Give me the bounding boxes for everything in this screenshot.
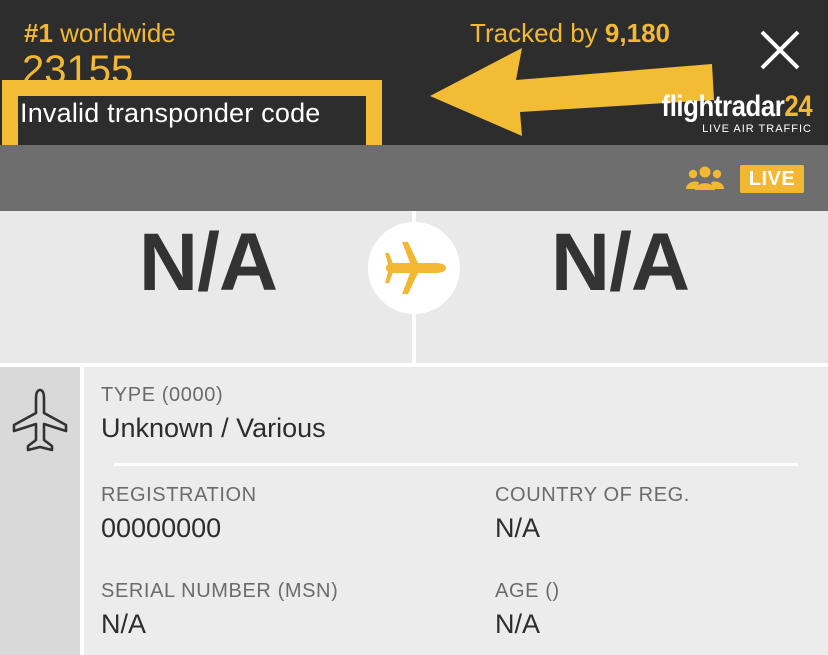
age-value: N/A [495,609,541,639]
airplane-outline-icon [12,388,68,452]
country-value: N/A [495,513,541,543]
country-label: COUNTRY OF REG. [495,484,690,506]
flightradar24-logo: flightradar24 LIVE AIR TRAFFIC [637,92,812,135]
annotation-text: Invalid transponder code [20,98,321,128]
type-label: TYPE (0000) [101,384,224,406]
serial-value: N/A [101,609,147,639]
serial-label: SERIAL NUMBER (MSN) [101,580,339,602]
logo-number: 24 [784,90,812,123]
rank-label: worldwide [52,18,176,48]
aircraft-info-panel [84,367,828,655]
info-separator [114,463,798,466]
registration-value: 00000000 [101,513,222,543]
logo-subtitle: LIVE AIR TRAFFIC [702,123,812,135]
tracked-label: Tracked by [470,18,605,48]
airplane-icon [385,242,446,294]
rank-number: #1 [24,18,53,48]
route-plane-badge [368,222,460,314]
tracked-count: 9,180 [604,18,670,48]
destination-airport[interactable]: N/A [520,222,720,304]
tracked-by: Tracked by 9,180 [470,20,670,46]
people-icon [686,166,724,190]
logo-main-text: flightradar [661,90,785,123]
origin-airport[interactable]: N/A [108,222,308,304]
live-badge: LIVE [740,165,804,193]
type-value: Unknown / Various [101,413,326,443]
registration-label: REGISTRATION [101,484,257,506]
rank-text: #1 worldwide [24,20,176,46]
close-icon[interactable] [756,26,804,74]
age-label: AGE () [495,580,560,602]
